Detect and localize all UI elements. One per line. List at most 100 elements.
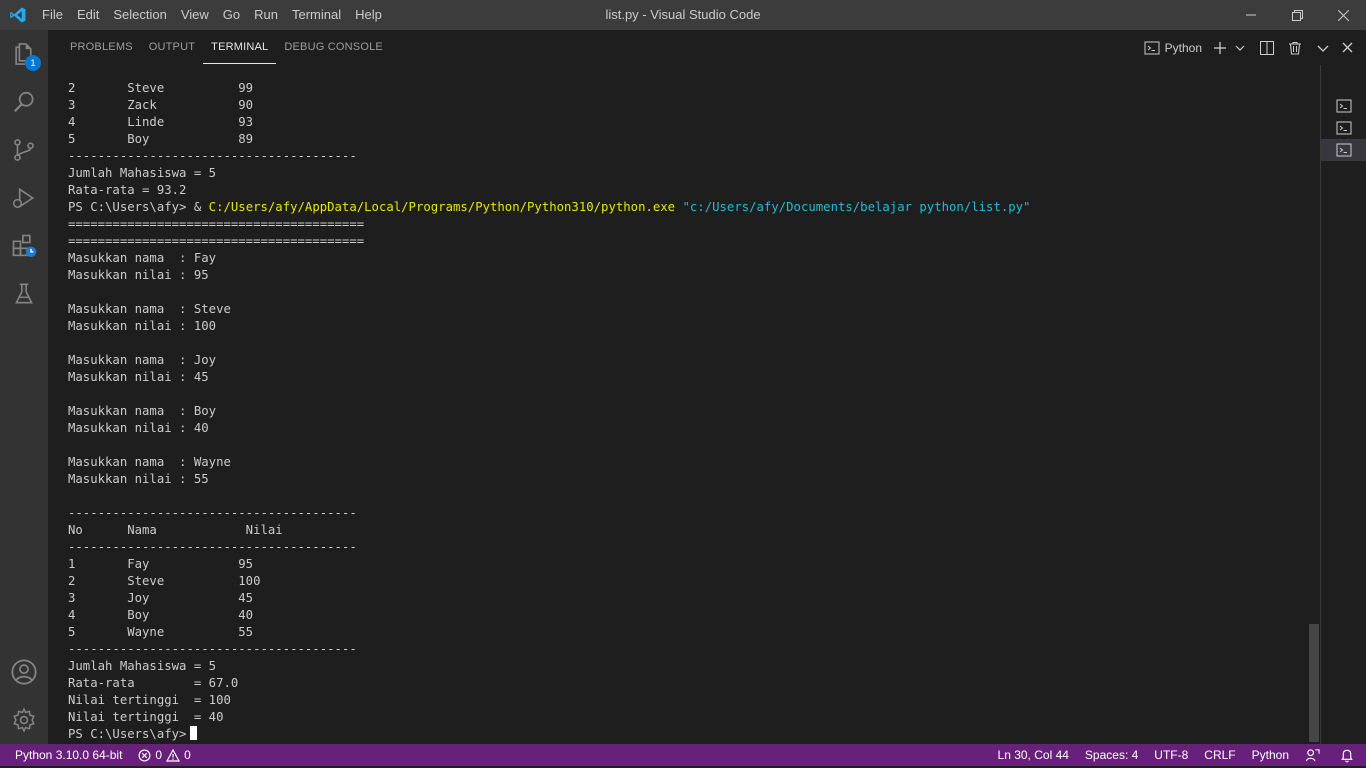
split-terminal-button[interactable] [1256,37,1278,59]
explorer-icon[interactable]: 1 [0,30,48,78]
terminal-line: PS C:\Users\afy> & C:/Users/afy/AppData/… [68,199,1308,216]
terminal-line: 4 Linde 93 [68,115,254,129]
new-terminal-button[interactable] [1209,37,1231,59]
terminal-line: 2 Steve 100 [68,574,261,588]
minimize-button[interactable] [1228,0,1274,30]
terminal-line: Masukkan nilai : 45 [68,370,209,384]
kill-terminal-button[interactable] [1284,37,1306,59]
warning-icon [166,748,181,762]
run-debug-icon[interactable] [0,174,48,222]
maximize-panel-button[interactable] [1312,37,1334,59]
notifications-bell-icon[interactable] [1332,744,1366,766]
settings-gear-icon[interactable] [0,696,48,744]
terminal-output[interactable]: 2 Steve 99 3 Zack 90 4 Linde 93 5 Boy 89 ---… [68,80,1308,744]
terminal-line: Masukkan nilai : 40 [68,421,209,435]
terminal-prompt-line: PS C:\Users\afy> [68,726,1308,743]
terminal-scrollbar[interactable] [1309,624,1319,742]
error-icon [138,749,151,761]
menu-item-view[interactable]: View [174,0,216,30]
terminal-selector[interactable]: Python [1144,40,1202,56]
terminal-line: ======================================== [68,217,365,231]
explorer-badge: 1 [25,55,41,71]
terminal-instance-icon [1336,143,1352,157]
terminal-line: Nilai tertinggi = 40 [68,710,224,724]
encoding[interactable]: UTF-8 [1146,744,1196,766]
terminal-line: Masukkan nama : Wayne [68,455,231,469]
terminal-instance-3[interactable] [1321,139,1366,161]
command-executable: C:/Users/afy/AppData/Local/Programs/Pyth… [208,200,676,214]
menu-item-edit[interactable]: Edit [70,0,106,30]
terminal-line: Nilai tertinggi = 100 [68,693,231,707]
close-window-button[interactable] [1320,0,1366,30]
menu-item-selection[interactable]: Selection [106,0,173,30]
window-controls [1228,0,1366,30]
warning-count: 0 [184,748,191,762]
terminal-instance-1[interactable] [1321,95,1366,117]
restore-button[interactable] [1274,0,1320,30]
terminal-panel: PROBLEMS OUTPUT TERMINAL DEBUG CONSOLE Pyth… [48,30,1366,744]
terminal-line: 4 Boy 40 [68,608,254,622]
menu-item-terminal[interactable]: Terminal [285,0,348,30]
launch-profile-chevron-icon[interactable] [1234,37,1246,59]
vscode-logo-icon[interactable] [0,0,35,30]
error-count: 0 [155,748,163,762]
terminal-line: Rata-rata = 93.2 [68,183,187,197]
menu-item-help[interactable]: Help [348,0,389,30]
source-control-icon[interactable] [0,126,48,174]
terminal-line: Masukkan nilai : 95 [68,268,209,282]
end-of-line[interactable]: CRLF [1196,744,1243,766]
terminal-line: --------------------------------------- [68,149,357,163]
problems-indicator[interactable]: 0 0 [130,744,198,766]
tab-terminal[interactable]: TERMINAL [203,30,277,64]
feedback-icon[interactable] [1297,744,1332,766]
status-bar: Python 3.10.0 64-bit 0 0 Ln 30, Col 44 S… [0,744,1366,766]
terminal-instance-2[interactable] [1321,117,1366,139]
terminal-line: --------------------------------------- [68,506,357,520]
terminal-line: 2 Steve 99 [68,81,254,95]
terminal-selector-label: Python [1164,40,1202,55]
terminal-line: Masukkan nama : Steve [68,302,231,316]
terminal-line: Rata-rata = 67.0 [68,676,239,690]
terminal-line: ======================================== [68,234,365,248]
terminal-line: 5 Boy 89 [68,132,254,146]
terminal-line: Masukkan nilai : 55 [68,472,209,486]
terminal-prompt: PS C:\Users\afy> [68,727,187,741]
terminal-line: Jumlah Mahasiswa = 5 [68,166,217,180]
testing-icon[interactable] [0,270,48,318]
terminal-line: Masukkan nama : Joy [68,353,217,367]
terminal-line: --------------------------------------- [68,642,357,656]
terminal-cursor [190,726,198,740]
tab-problems[interactable]: PROBLEMS [62,30,141,65]
terminal-icon [1144,41,1160,54]
panel-tabs: PROBLEMS OUTPUT TERMINAL DEBUG CONSOLE [62,30,391,65]
python-interpreter[interactable]: Python 3.10.0 64-bit [0,744,130,766]
panel-header: PROBLEMS OUTPUT TERMINAL DEBUG CONSOLE Pyth… [48,30,1366,65]
terminal-tabs-list [1320,65,1366,744]
menu-item-go[interactable]: Go [216,0,247,30]
panel-actions: Python [1144,30,1358,65]
menu-item-file[interactable]: File [35,0,70,30]
extensions-icon[interactable] [0,222,48,270]
terminal-line: 3 Joy 45 [68,591,254,605]
cursor-position[interactable]: Ln 30, Col 44 [990,744,1077,766]
language-mode[interactable]: Python [1244,744,1297,766]
tab-debug-console[interactable]: DEBUG CONSOLE [276,30,391,65]
terminal-line: Masukkan nama : Fay [68,251,217,265]
terminal-line: Jumlah Mahasiswa = 5 [68,659,217,673]
accounts-icon[interactable] [0,648,48,696]
terminal-instance-icon [1336,121,1352,135]
menu-item-run[interactable]: Run [247,0,285,30]
terminal-line: Masukkan nilai : 100 [68,319,217,333]
command-prompt: PS C:\Users\afy> & [68,200,209,214]
search-icon[interactable] [0,78,48,126]
close-panel-button[interactable] [1336,37,1358,59]
indentation[interactable]: Spaces: 4 [1077,744,1146,766]
command-argument: "c:/Users/afy/Documents/belajar python/l… [675,200,1031,214]
terminal-line: Masukkan nama : Boy [68,404,217,418]
tab-output[interactable]: OUTPUT [141,30,203,65]
terminal-line: 5 Wayne 55 [68,625,254,639]
menu-bar: File Edit Selection View Go Run Terminal Help [35,0,389,30]
